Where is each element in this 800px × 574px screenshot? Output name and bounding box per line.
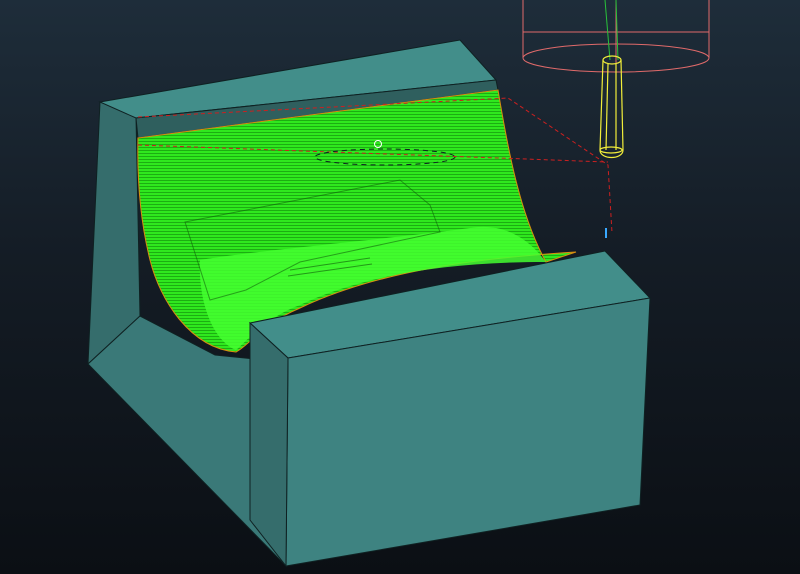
cutting-tool[interactable] <box>599 55 624 159</box>
cam-scene[interactable] <box>0 0 800 574</box>
cam-3d-viewport[interactable] <box>0 0 800 574</box>
